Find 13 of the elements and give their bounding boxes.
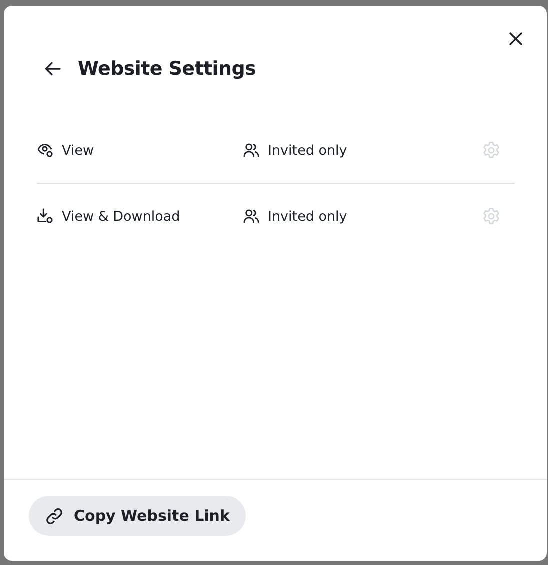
download-icon xyxy=(37,208,54,225)
link-icon xyxy=(45,506,64,526)
eye-icon xyxy=(37,142,54,159)
audience-label: Invited only xyxy=(268,208,348,224)
back-arrow-icon[interactable] xyxy=(44,60,62,78)
permission-label: View xyxy=(62,142,94,158)
permission-label: View & Download xyxy=(62,208,180,224)
people-icon xyxy=(243,142,260,159)
dialog-title: Website Settings xyxy=(78,58,256,80)
audience-label: Invited only xyxy=(268,142,348,158)
close-icon[interactable] xyxy=(509,32,523,46)
people-icon xyxy=(243,208,260,225)
copy-link-button[interactable]: Copy Website Link xyxy=(29,496,246,536)
